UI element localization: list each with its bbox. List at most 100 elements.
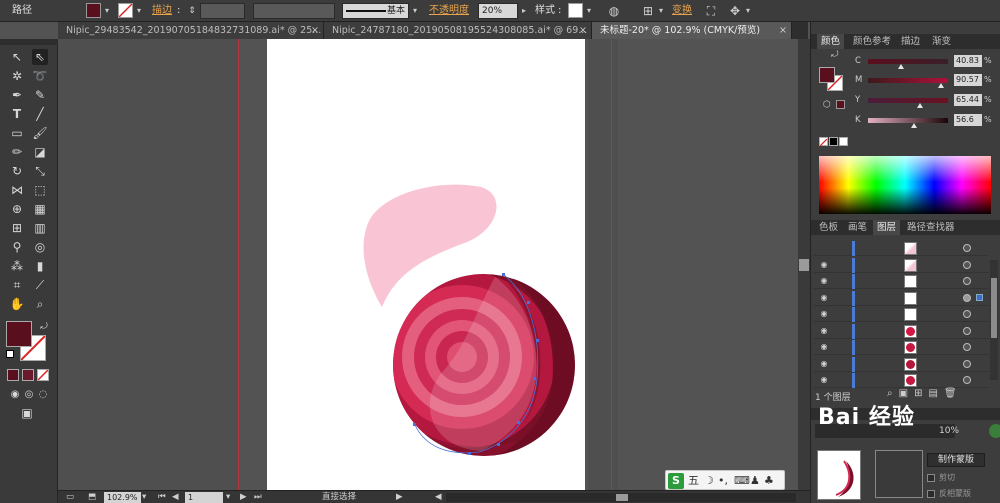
tab-color[interactable]: 颜色 <box>817 34 845 49</box>
slice-tool-icon[interactable]: ⟋ <box>32 277 48 293</box>
variable-width-field[interactable] <box>253 3 335 19</box>
layers-scrollbar[interactable] <box>990 260 998 380</box>
type-tool-icon[interactable]: T <box>9 106 25 122</box>
magic-wand-tool-icon[interactable]: ✲ <box>9 68 25 84</box>
opacity-field[interactable]: 20% <box>478 3 518 19</box>
pen-tool-icon[interactable]: ✒ <box>9 87 25 103</box>
color-panel-fill-swatch[interactable] <box>819 67 835 83</box>
layer-row[interactable]: ◉ <box>814 307 989 322</box>
channel-slider-k[interactable] <box>868 118 948 128</box>
moon-icon[interactable]: ☽ <box>704 473 714 489</box>
layer-row[interactable]: ◉ <box>814 274 989 289</box>
layer-target-icon[interactable] <box>963 326 971 335</box>
doc-tab-2[interactable]: Nipic_24787180_20190508195524308085.ai* … <box>324 22 592 39</box>
visibility-eye-icon[interactable] <box>818 243 830 253</box>
free-transform-tool-icon[interactable]: ⬚ <box>32 182 48 198</box>
out-of-gamut-icon[interactable]: ⬡ <box>823 100 831 110</box>
tab-layers[interactable]: 图层 <box>873 220 901 235</box>
tab-swatches[interactable]: 色板 <box>815 220 842 235</box>
status-icon-left[interactable]: ▭ <box>66 491 74 503</box>
ime-mode[interactable]: 五 <box>688 473 699 489</box>
layer-target-icon[interactable] <box>963 376 971 384</box>
scale-tool-icon[interactable]: ⤡ <box>32 163 48 179</box>
layer-row[interactable]: ◉ <box>814 356 989 372</box>
channel-value-c[interactable]: 40.83 <box>954 55 982 67</box>
column-graph-tool-icon[interactable]: ▮ <box>32 258 48 274</box>
doc-tab-3-active[interactable]: 未标题-20* @ 102.9% (CMYK/预览) × <box>592 22 792 39</box>
horizontal-scrollbar[interactable] <box>446 493 796 502</box>
slider-knob-icon[interactable] <box>917 103 923 108</box>
layer-row[interactable]: ◉ <box>814 323 989 339</box>
hscroll-thumb[interactable] <box>616 494 628 501</box>
keyboard-icon[interactable]: ⌨ <box>734 473 750 489</box>
tab-pathfinder[interactable]: 路径查找器 <box>903 220 959 235</box>
stroke-dropdown-icon[interactable]: ▾ <box>134 3 144 18</box>
layer-row[interactable]: ◉ <box>814 340 989 355</box>
swap-icon[interactable]: ⤾ <box>831 50 839 60</box>
pencil-tool-icon[interactable]: ✏ <box>9 144 25 160</box>
tab-gradient[interactable]: 渐变 <box>928 34 955 49</box>
channel-slider-m[interactable] <box>868 78 948 88</box>
transparency-toggle-icon[interactable] <box>989 424 1000 438</box>
layer-target-icon[interactable] <box>963 244 971 252</box>
opacity-label[interactable]: 不透明度 <box>429 3 469 19</box>
align-dropdown-icon[interactable]: ▾ <box>656 3 666 18</box>
invert-mask-checkbox[interactable] <box>927 490 935 498</box>
visibility-eye-icon[interactable]: ◉ <box>818 326 830 336</box>
layer-target-icon[interactable] <box>963 260 971 269</box>
blend-tool-icon[interactable]: ◎ <box>32 239 48 255</box>
lasso-tool-icon[interactable]: ➰ <box>32 68 48 84</box>
artboard[interactable] <box>267 39 585 490</box>
layer-target-icon[interactable] <box>963 359 971 368</box>
align-icon[interactable]: ⊞ <box>640 3 656 19</box>
white-color-icon[interactable] <box>839 137 848 146</box>
layer-target-icon[interactable] <box>963 310 971 318</box>
gradient-mode-icon[interactable] <box>22 369 34 381</box>
hand-tool-icon[interactable]: ✋ <box>9 296 25 312</box>
channel-slider-c[interactable] <box>868 59 948 69</box>
stroke-label[interactable]: 描边 <box>152 3 172 19</box>
panel-grip[interactable] <box>0 39 58 45</box>
vertical-scrollbar[interactable] <box>798 39 810 490</box>
eraser-tool-icon[interactable]: ◪ <box>32 144 48 160</box>
line-tool-icon[interactable]: ╱ <box>32 106 48 122</box>
style-dropdown-icon[interactable]: ▾ <box>584 3 594 18</box>
doc-tab-1[interactable]: Nipic_29483542_20190705184832731089.ai* … <box>58 22 324 39</box>
layer-row[interactable]: ◉ <box>814 373 989 388</box>
punctuation-icon[interactable]: •, <box>718 473 728 489</box>
layer-target-icon[interactable] <box>963 293 971 302</box>
shape-builder-tool-icon[interactable]: ⊕ <box>9 201 25 217</box>
artboard-tool-icon[interactable]: ⌗ <box>9 277 25 293</box>
close-icon[interactable]: × <box>579 22 587 39</box>
close-icon[interactable]: × <box>779 22 787 39</box>
stroke-none-swatch[interactable] <box>118 3 133 18</box>
none-mode-icon[interactable] <box>37 369 49 381</box>
curvature-tool-icon[interactable]: ✎ <box>32 87 48 103</box>
zoom-dropdown-icon[interactable]: ▾ <box>142 491 146 503</box>
scrollbar-thumb[interactable] <box>799 259 809 271</box>
options-dropdown-icon[interactable]: ▾ <box>743 3 753 18</box>
fill-color-swatch[interactable] <box>86 3 101 18</box>
channel-value-m[interactable]: 90.57 <box>954 74 982 86</box>
default-colors-icon[interactable] <box>6 350 14 358</box>
artboard-number-field[interactable]: 1 <box>185 492 223 503</box>
visibility-eye-icon[interactable]: ◉ <box>818 342 830 352</box>
selection-tool-icon[interactable]: ↖ <box>9 49 25 65</box>
next-artboard-icon[interactable]: ▶ <box>240 491 247 503</box>
object-thumbnail[interactable] <box>817 450 861 500</box>
channel-slider-y[interactable] <box>868 98 948 108</box>
artboard-dropdown-icon[interactable]: ▾ <box>226 491 230 503</box>
prev-artboard-icon[interactable]: ◀ <box>172 491 179 503</box>
perspective-grid-tool-icon[interactable]: ▦ <box>32 201 48 217</box>
layer-target-icon[interactable] <box>963 277 971 285</box>
rotate-tool-icon[interactable]: ↻ <box>9 163 25 179</box>
color-mode-icon[interactable] <box>7 369 19 381</box>
visibility-eye-icon[interactable]: ◉ <box>818 359 830 369</box>
close-icon[interactable]: × <box>311 22 319 39</box>
stroke-profile-dropdown-icon[interactable]: ▾ <box>410 3 420 18</box>
paintbrush-tool-icon[interactable]: 🖌 <box>32 125 48 141</box>
user-icon[interactable]: ♟ <box>750 473 760 489</box>
graphic-style-swatch[interactable] <box>568 3 583 18</box>
skin-icon[interactable]: ♣ <box>764 473 774 489</box>
gamut-swatch[interactable] <box>836 100 845 109</box>
